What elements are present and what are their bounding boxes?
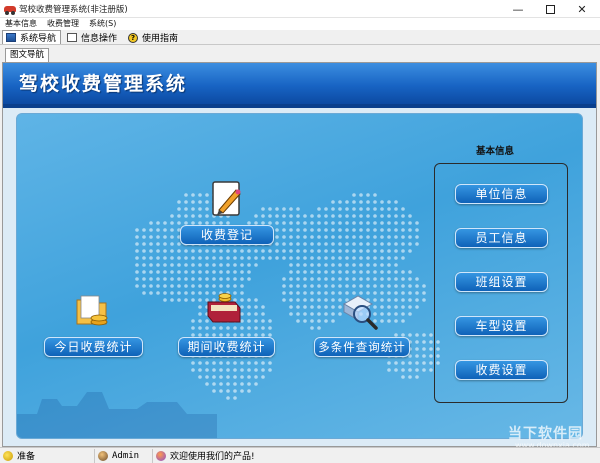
watermark-logo: 当下软件园 — [508, 426, 583, 442]
users-icon — [156, 450, 166, 461]
tab-label: 信息操作 — [81, 34, 118, 44]
basic-info-title: 基本信息 — [476, 146, 515, 157]
company-info-button[interactable]: 单位信息 — [455, 184, 548, 204]
team-settings-button[interactable]: 班组设置 — [455, 272, 548, 292]
folder-coins-icon — [76, 295, 108, 326]
fee-settings-button[interactable]: 收费设置 — [455, 360, 548, 380]
monitor-icon — [6, 33, 16, 42]
tab-graphic-navigation[interactable]: 图文导航 — [5, 48, 50, 62]
magnifier-query-icon — [342, 295, 378, 330]
employee-info-button[interactable]: 员工信息 — [455, 228, 548, 248]
status-message-text: 欢迎使用我们的产品! — [170, 452, 255, 462]
help-icon: ? — [128, 32, 139, 43]
multi-condition-query-button[interactable]: 多条件查询统计 — [314, 337, 410, 357]
fee-register-button[interactable]: 收费登记 — [180, 225, 274, 245]
status-user-segment: Admin — [95, 448, 153, 463]
book-coins-icon — [207, 293, 241, 323]
period-fee-stats-button[interactable]: 期间收费统计 — [178, 337, 275, 357]
status-user-text: Admin — [112, 450, 140, 461]
register-document-icon — [212, 181, 241, 216]
window-icon — [67, 33, 78, 42]
lightbulb-icon — [3, 450, 13, 461]
status-ready-text: 准备 — [17, 452, 36, 462]
car-app-icon — [4, 3, 16, 15]
menu-bar: 基本信息 收费管理 系统(S) — [0, 18, 600, 30]
tab-system-navigation[interactable]: 系统导航 — [2, 30, 62, 44]
tab-user-guide[interactable]: ? 使用指南 — [124, 30, 183, 44]
user-icon — [98, 450, 108, 461]
menu-fee-management[interactable]: 收费管理 — [42, 18, 84, 30]
toolbar: 系统导航 信息操作 ? 使用指南 — [0, 30, 600, 45]
banner-title: 驾校收费管理系统 — [19, 73, 188, 95]
status-bar: 准备 Admin 欢迎使用我们的产品! — [0, 447, 600, 463]
status-ready-segment: 准备 — [0, 448, 95, 463]
today-fee-stats-button[interactable]: 今日收费统计 — [44, 337, 143, 357]
banner: 驾校收费管理系统 — [3, 63, 596, 104]
title-bar: 驾校收费管理系统(非注册版) — ✕ — [0, 0, 600, 18]
banner-divider — [3, 104, 596, 108]
vehicle-type-settings-button[interactable]: 车型设置 — [455, 316, 548, 336]
menu-system[interactable]: 系统(S) — [84, 18, 121, 30]
sub-tab-strip: 图文导航 — [0, 46, 600, 62]
close-button[interactable]: ✕ — [567, 0, 597, 18]
window-title: 驾校收费管理系统(非注册版) — [19, 4, 128, 15]
tab-info-operation[interactable]: 信息操作 — [63, 30, 122, 44]
minimize-button[interactable]: — — [503, 0, 533, 18]
maximize-button[interactable] — [535, 0, 565, 18]
menu-basic-info[interactable]: 基本信息 — [0, 18, 42, 30]
tab-label: 使用指南 — [142, 34, 179, 44]
tab-label: 系统导航 — [20, 34, 57, 44]
status-message-segment: 欢迎使用我们的产品! — [153, 449, 258, 463]
maximize-icon — [545, 4, 555, 14]
